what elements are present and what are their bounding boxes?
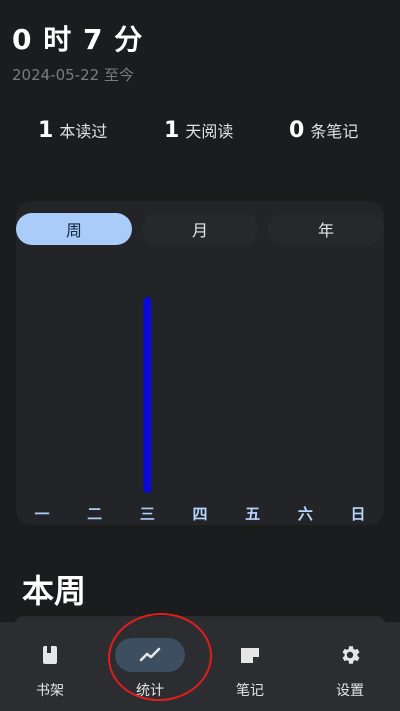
since-date: 2024-05-22 至今 bbox=[12, 66, 134, 84]
stat-notes: 0 条笔记 bbox=[289, 118, 358, 143]
tab-month[interactable]: 月 bbox=[142, 213, 258, 245]
chart-card: 一 二 三 四 五 六 日 周 月 年 bbox=[16, 201, 384, 525]
tab-week[interactable]: 周 bbox=[16, 213, 132, 245]
stat-days-read: 1 天阅读 bbox=[164, 118, 233, 143]
nav-notes-label: 笔记 bbox=[236, 683, 264, 699]
stat-books-read: 1 本读过 bbox=[38, 118, 107, 143]
chart-tick-label: 二 bbox=[87, 505, 102, 523]
nav-notes-icon-wrap bbox=[215, 638, 285, 672]
chart-tick-label: 一 bbox=[34, 505, 49, 523]
nav-settings-icon-wrap bbox=[315, 638, 385, 672]
weekly-reading-chart: 一二三四五六日 bbox=[34, 297, 366, 523]
nav-bookshelf-label: 书架 bbox=[36, 683, 64, 699]
stat-notes-num: 0 bbox=[289, 118, 305, 143]
stat-days-read-label: 天阅读 bbox=[185, 122, 234, 141]
stat-books-read-num: 1 bbox=[38, 118, 54, 143]
tab-year[interactable]: 年 bbox=[268, 213, 384, 245]
total-reading-time: 0 时 7 分 bbox=[12, 23, 144, 56]
nav-notes[interactable]: 笔记 bbox=[200, 622, 300, 711]
note-icon bbox=[241, 648, 259, 663]
nav-bookshelf[interactable]: 书架 bbox=[0, 622, 100, 711]
chart-tick-label: 日 bbox=[350, 505, 365, 523]
nav-settings[interactable]: 设置 bbox=[300, 622, 400, 711]
chart-tick-label: 六 bbox=[298, 505, 313, 523]
chart-tick-label: 四 bbox=[192, 505, 207, 523]
chart-tick-label: 五 bbox=[245, 505, 260, 523]
section-title: 本周 bbox=[22, 572, 87, 610]
chart-bar bbox=[143, 297, 152, 493]
nav-bookshelf-icon-wrap bbox=[15, 638, 85, 672]
chart-tick-label: 三 bbox=[140, 505, 155, 523]
stats-row: 1 本读过 1 天阅读 0 条笔记 bbox=[0, 118, 400, 154]
nav-settings-label: 设置 bbox=[336, 683, 364, 699]
book-icon bbox=[43, 646, 57, 664]
stat-notes-label: 条笔记 bbox=[310, 122, 359, 141]
stat-days-read-num: 1 bbox=[164, 118, 180, 143]
stat-books-read-label: 本读过 bbox=[59, 122, 108, 141]
gear-icon bbox=[342, 646, 360, 664]
